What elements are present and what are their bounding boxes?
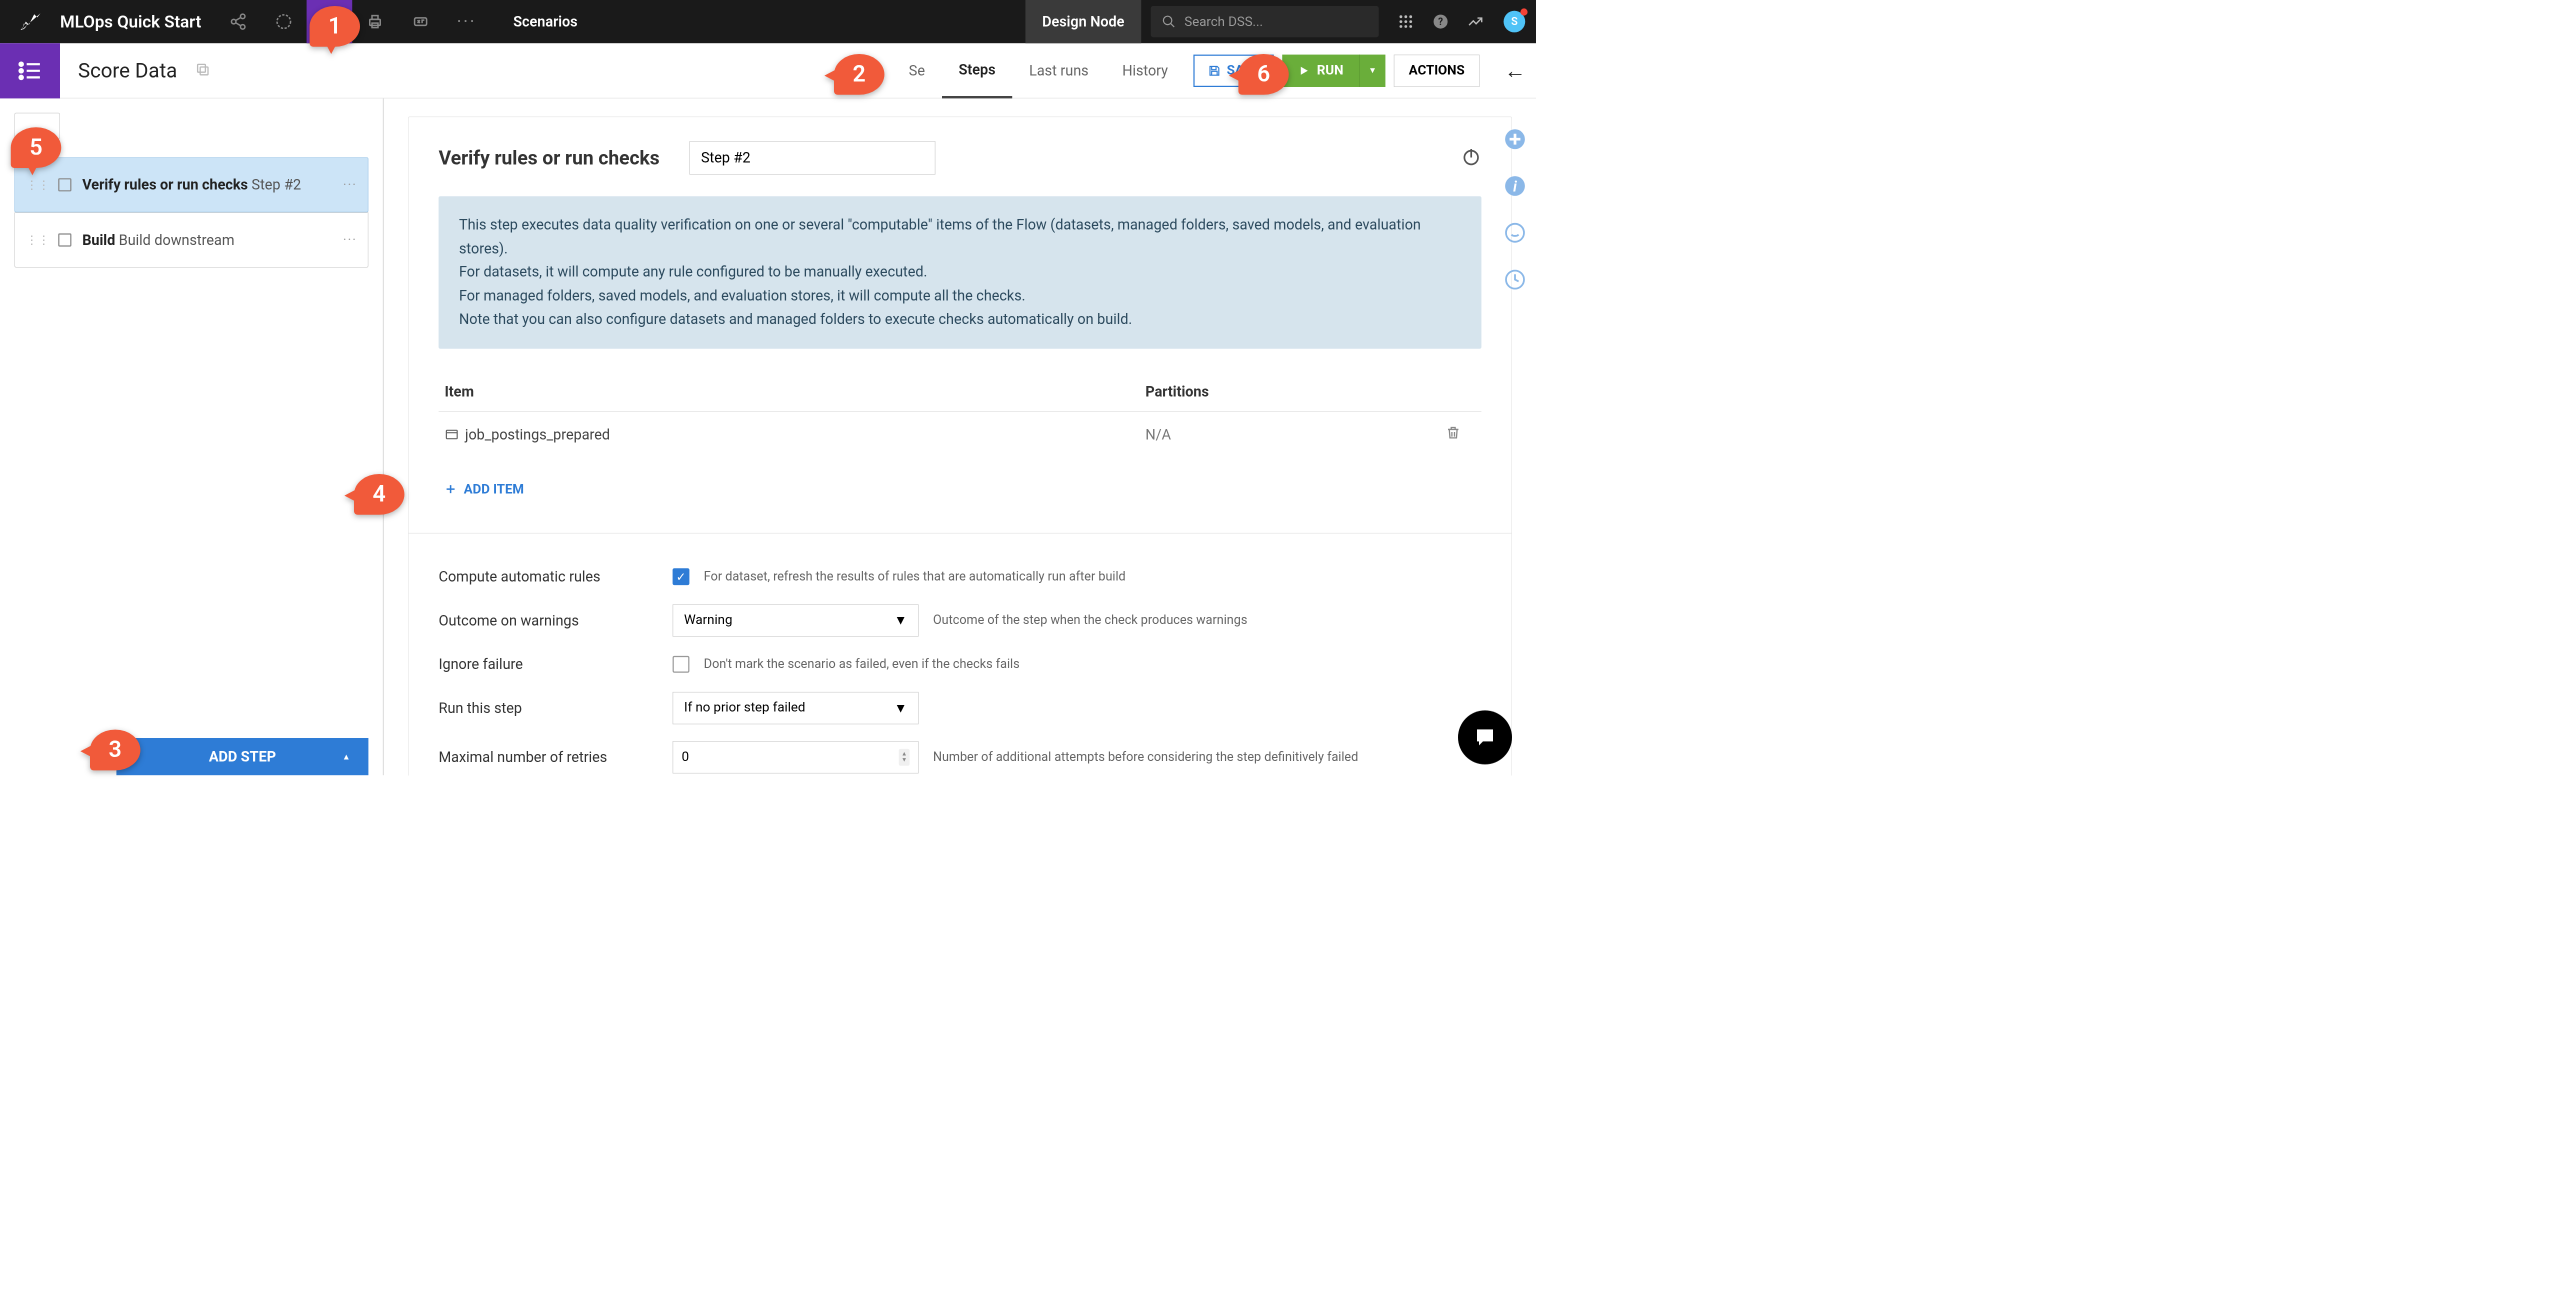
rail-chat-icon[interactable]	[1504, 222, 1526, 244]
step-more-icon[interactable]: ···	[343, 233, 357, 248]
search-placeholder: Search DSS...	[1184, 14, 1263, 29]
back-arrow-icon[interactable]: ←	[1494, 58, 1536, 83]
col-partitions: Partitions	[1145, 383, 1475, 400]
apps-icon[interactable]	[1388, 13, 1423, 30]
select-outcome[interactable]: Warning▼	[673, 604, 919, 636]
callout-1: 1	[310, 6, 360, 47]
add-step-button[interactable]: ADD STEP	[116, 738, 368, 775]
step-name-input[interactable]	[690, 141, 936, 175]
more-icon[interactable]: ···	[444, 0, 490, 43]
add-item-button[interactable]: ADD ITEM	[439, 458, 1482, 509]
hint-outcome: Outcome of the step when the check produ…	[933, 613, 1247, 627]
circle-icon[interactable]	[261, 0, 307, 43]
col-item: Item	[445, 383, 1146, 400]
callout-3: 3	[90, 730, 140, 771]
search-input[interactable]: Search DSS...	[1151, 6, 1379, 37]
step-checkbox[interactable]	[58, 233, 71, 246]
table-row: job_postings_prepared N/A	[439, 412, 1482, 458]
avatar[interactable]: S	[1504, 11, 1526, 33]
label-outcome: Outcome on warnings	[439, 612, 673, 629]
tab-steps[interactable]: Steps	[942, 43, 1012, 98]
label-compute-rules: Compute automatic rules	[439, 568, 673, 585]
chat-fab[interactable]	[1458, 710, 1512, 764]
rail-info-icon[interactable]: i	[1504, 175, 1526, 197]
callout-4: 4	[354, 474, 404, 515]
checkbox-ignore-failure[interactable]	[673, 656, 690, 673]
activity-icon[interactable]	[1458, 13, 1493, 30]
label-ignore-failure: Ignore failure	[439, 656, 673, 673]
step-title: Verify rules or run checks	[439, 146, 660, 169]
scenarios-label[interactable]: Scenarios	[489, 13, 601, 30]
callout-5: 5	[11, 127, 61, 168]
tab-history[interactable]: History	[1105, 43, 1184, 98]
help-icon[interactable]: ?	[1423, 13, 1458, 30]
run-button[interactable]: RUN	[1282, 54, 1359, 86]
step-item-verify[interactable]: ⋮⋮ Verify rules or run checks Step #2 ··…	[14, 157, 368, 212]
svg-text:?: ?	[1438, 17, 1443, 28]
share-icon[interactable]	[216, 0, 262, 43]
dataset-icon	[445, 427, 459, 441]
rail-history-icon[interactable]	[1504, 269, 1526, 291]
tab-settings[interactable]: Se	[892, 43, 942, 98]
step-name: Build Build downstream	[82, 232, 234, 249]
delete-row-icon[interactable]	[1445, 425, 1475, 444]
variables-icon[interactable]	[398, 0, 444, 43]
label-run-step: Run this step	[439, 700, 673, 717]
label-retries: Maximal number of retries	[439, 749, 673, 766]
step-item-build[interactable]: ⋮⋮ Build Build downstream ···	[14, 212, 368, 267]
project-title[interactable]: MLOps Quick Start	[60, 12, 216, 32]
power-icon[interactable]	[1461, 146, 1481, 169]
step-checkbox[interactable]	[58, 178, 71, 191]
checkbox-compute-rules[interactable]: ✓	[673, 568, 690, 585]
input-retries[interactable]: 0▲▼	[673, 741, 919, 773]
tab-lastruns[interactable]: Last runs	[1012, 43, 1105, 98]
hint-ignore-failure: Don't mark the scenario as failed, even …	[704, 657, 1020, 671]
copy-icon[interactable]	[195, 62, 211, 80]
drag-handle-icon[interactable]: ⋮⋮	[26, 233, 50, 247]
actions-button[interactable]: ACTIONS	[1394, 54, 1480, 86]
hint-retries: Number of additional attempts before con…	[933, 750, 1358, 764]
run-dropdown[interactable]: ▼	[1359, 54, 1385, 86]
step-name: Verify rules or run checks Step #2	[82, 176, 301, 193]
info-box: This step executes data quality verifica…	[439, 196, 1482, 348]
design-node[interactable]: Design Node	[1025, 0, 1141, 43]
rail-add-icon[interactable]	[1504, 128, 1526, 150]
step-more-icon[interactable]: ···	[343, 177, 357, 192]
logo[interactable]	[0, 9, 60, 34]
page-title: Score Data	[60, 59, 195, 83]
callout-2: 2	[834, 54, 884, 95]
select-run-step[interactable]: If no prior step failed▼	[673, 692, 919, 724]
menu-button[interactable]	[0, 43, 60, 98]
hint-compute-rules: For dataset, refresh the results of rule…	[704, 569, 1126, 583]
run-label: RUN	[1317, 63, 1343, 78]
svg-text:i: i	[1513, 178, 1517, 195]
callout-6: 6	[1238, 54, 1288, 95]
